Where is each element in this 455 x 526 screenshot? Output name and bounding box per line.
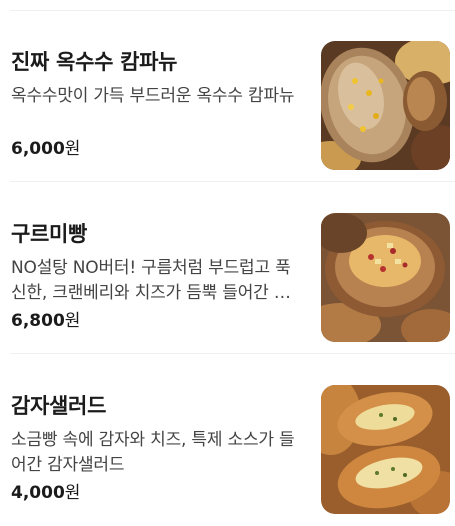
menu-item-name: 진짜 옥수수 캄파뉴: [11, 50, 178, 74]
price-currency: 원: [64, 311, 81, 331]
menu-item-gurumi-bread[interactable]: 구르미빵 NO설탕 NO버터! 구름처럼 부드럽고 푹신한, 크랜베리와 치즈가…: [0, 182, 455, 354]
corn-campagne-image: [321, 41, 450, 170]
menu-item-name: 구르미빵: [11, 222, 88, 246]
price-amount: 4,000: [11, 483, 65, 503]
menu-item-description: NO설탕 NO버터! 구름처럼 부드럽고 푹신한, 크랜베리와 치즈가 듬뿍 들…: [11, 258, 291, 303]
menu-item-corn-campagne[interactable]: 진짜 옥수수 캄파뉴 옥수수맛이 가득 부드러운 옥수수 캄파뉴 6,000원: [0, 10, 455, 182]
menu-list: 진짜 옥수수 캄파뉴 옥수수맛이 가득 부드러운 옥수수 캄파뉴 6,000원: [0, 0, 455, 519]
price-amount: 6,800: [11, 311, 65, 331]
menu-item-potato-salad[interactable]: 감자샐러드 소금빵 속에 감자와 치즈, 특제 소스가 들어간 감자샐러드 4,…: [0, 354, 455, 526]
menu-item-price: 6,800원: [11, 310, 80, 332]
menu-item-price: 4,000원: [11, 482, 80, 504]
potato-salad-image: [321, 385, 450, 514]
menu-item-image[interactable]: [321, 213, 450, 342]
menu-item-image[interactable]: [321, 385, 450, 514]
menu-item-name: 감자샐러드: [11, 394, 107, 418]
menu-item-price: 6,000원: [11, 138, 80, 160]
price-amount: 6,000: [11, 139, 65, 159]
gurumi-bread-image: [321, 213, 450, 342]
menu-item-image[interactable]: [321, 41, 450, 170]
menu-item-description: 소금빵 속에 감자와 치즈, 특제 소스가 들어간 감자샐러드: [11, 430, 295, 475]
price-currency: 원: [64, 483, 81, 503]
price-currency: 원: [64, 139, 81, 159]
menu-item-description: 옥수수맛이 가득 부드러운 옥수수 캄파뉴: [11, 86, 295, 106]
